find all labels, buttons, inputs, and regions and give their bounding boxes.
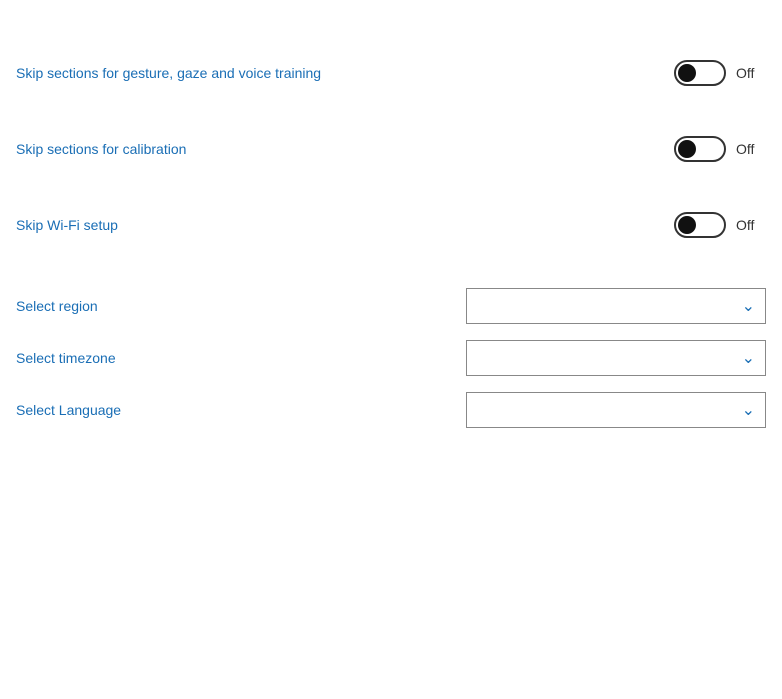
setting-label-gesture-training: Skip sections for gesture, gaze and voic… xyxy=(16,65,321,81)
toggle-status-calibration: Off xyxy=(736,141,766,157)
dropdown-label-language: Select Language xyxy=(16,402,121,418)
dropdown-label-region: Select region xyxy=(16,298,98,314)
toggle-wifi-setup[interactable] xyxy=(674,212,726,238)
dropdown-arrow-language: ⌄ xyxy=(742,400,755,420)
dropdown-control-region[interactable]: ⌄ xyxy=(466,288,766,324)
setting-label-wifi-setup: Skip Wi-Fi setup xyxy=(16,217,118,233)
setting-row-wifi-setup: Skip Wi-Fi setup Off xyxy=(16,212,766,238)
dropdown-arrow-region: ⌄ xyxy=(742,296,755,316)
dropdown-label-timezone: Select timezone xyxy=(16,350,116,366)
toggle-knob-gesture-training xyxy=(678,64,696,82)
toggle-group-calibration: Off xyxy=(674,136,766,162)
toggle-group-gesture-training: Off xyxy=(674,60,766,86)
toggle-group-wifi-setup: Off xyxy=(674,212,766,238)
setting-label-calibration: Skip sections for calibration xyxy=(16,141,186,157)
dropdown-control-language[interactable]: ⌄ xyxy=(466,392,766,428)
toggle-gesture-training[interactable] xyxy=(674,60,726,86)
toggle-calibration[interactable] xyxy=(674,136,726,162)
toggle-knob-calibration xyxy=(678,140,696,158)
setting-row-gesture-training: Skip sections for gesture, gaze and voic… xyxy=(16,60,766,86)
dropdown-control-timezone[interactable]: ⌄ xyxy=(466,340,766,376)
setting-row-calibration: Skip sections for calibration Off xyxy=(16,136,766,162)
dropdown-arrow-timezone: ⌄ xyxy=(742,348,755,368)
toggle-knob-wifi-setup xyxy=(678,216,696,234)
toggle-status-gesture-training: Off xyxy=(736,65,766,81)
dropdown-row-language: Select Language ⌄ xyxy=(16,392,766,428)
toggle-status-wifi-setup: Off xyxy=(736,217,766,233)
dropdown-row-timezone: Select timezone ⌄ xyxy=(16,340,766,376)
dropdown-row-region: Select region ⌄ xyxy=(16,288,766,324)
